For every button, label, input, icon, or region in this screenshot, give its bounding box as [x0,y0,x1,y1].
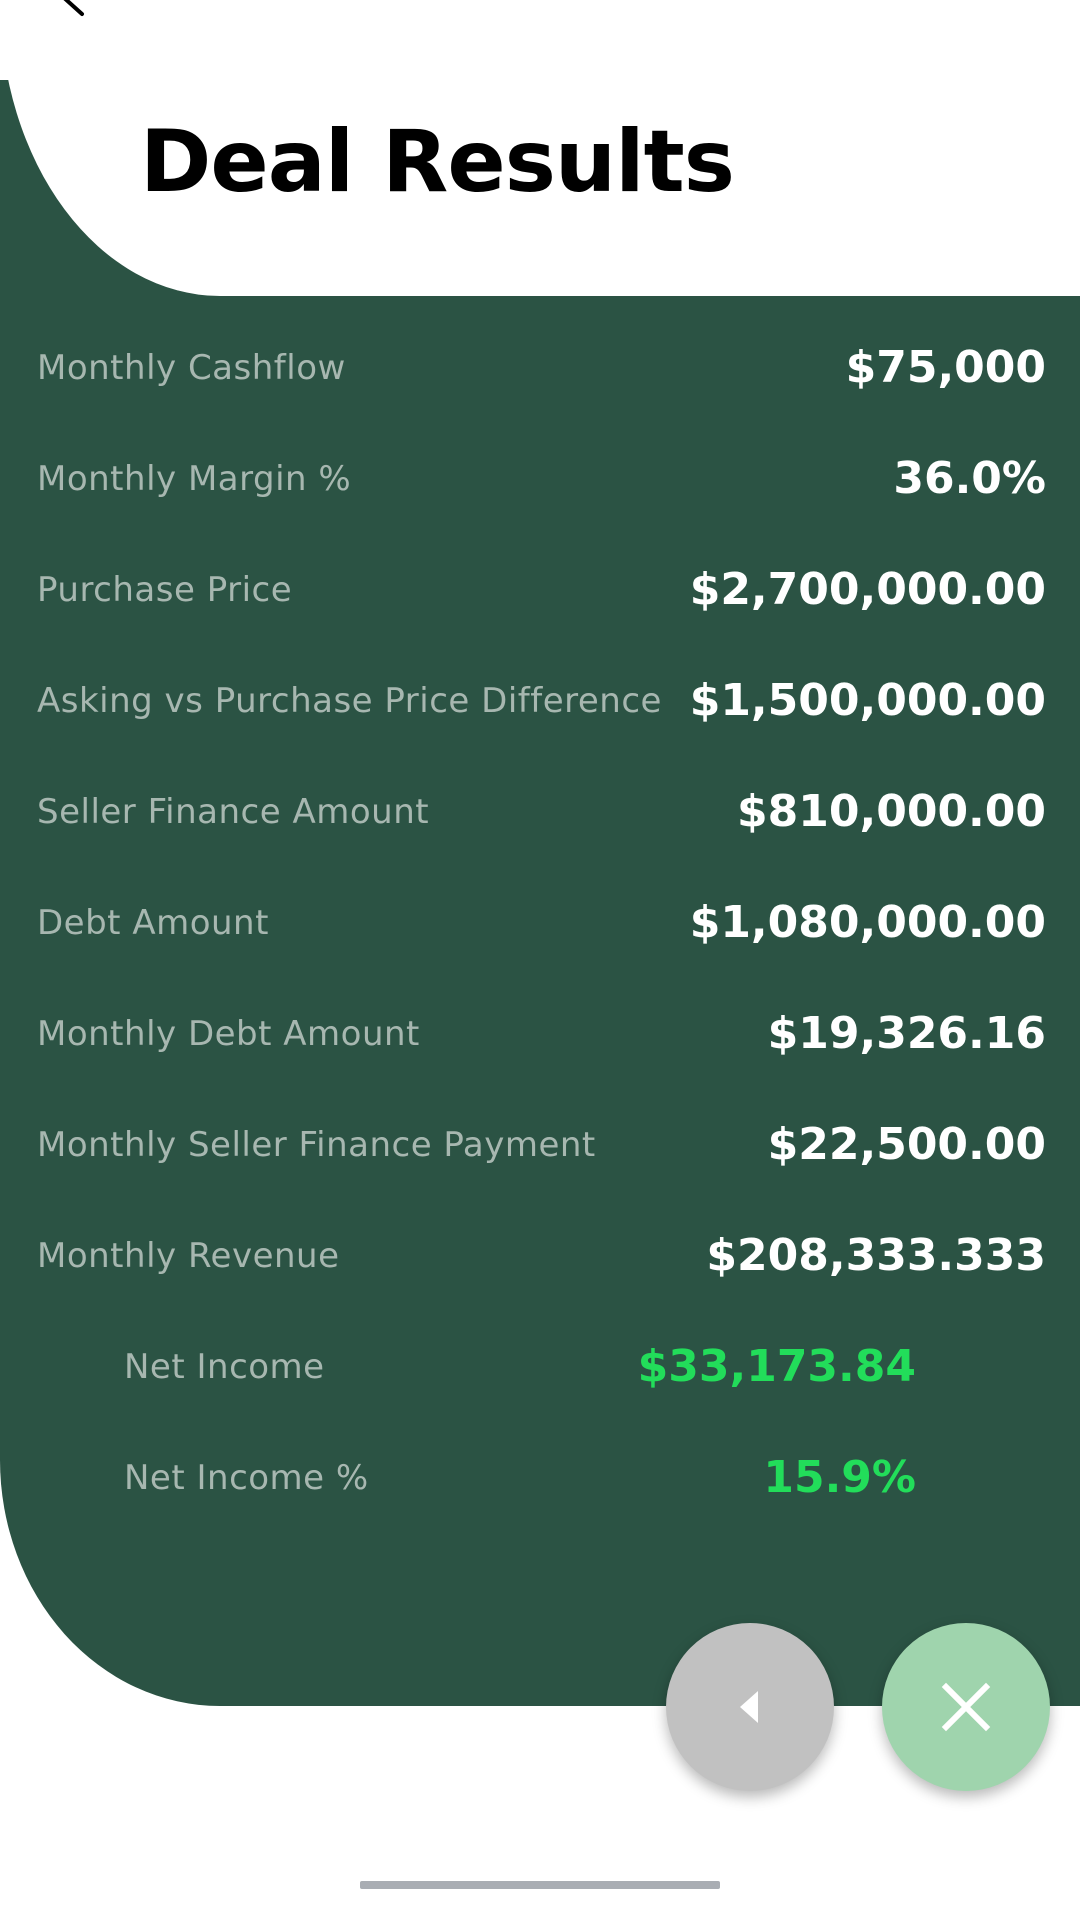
result-value: $1,080,000.00 [689,897,1046,948]
net-income-percent-row: Net Income % 15.9% [0,1448,1080,1508]
result-label: Asking vs Purchase Price Difference [37,681,662,721]
result-row-purchase-price: Purchase Price $2,700,000.00 [0,560,1080,620]
page-title: Deal Results [140,112,735,212]
result-label: Monthly Debt Amount [37,1014,420,1054]
result-row-monthly-seller-finance-payment: Monthly Seller Finance Payment $22,500.0… [0,1115,1080,1175]
result-value: $19,326.16 [767,1008,1046,1059]
result-label: Monthly Cashflow [37,348,346,388]
result-value: $208,333.333 [706,1230,1046,1281]
result-label: Monthly Seller Finance Payment [37,1125,596,1165]
deal-results-screen: Deal Results Monthly Cashflow $75,000 Mo… [0,0,1080,1920]
result-value: $810,000.00 [737,786,1046,837]
net-income-percent-label: Net Income % [124,1458,369,1498]
result-row-monthly-cashflow: Monthly Cashflow $75,000 [0,338,1080,398]
result-row-seller-finance-amount: Seller Finance Amount $810,000.00 [0,782,1080,842]
result-label: Monthly Margin % [37,459,352,499]
result-row-monthly-debt-amount: Monthly Debt Amount $19,326.16 [0,1004,1080,1064]
result-label: Purchase Price [37,570,293,610]
back-arrow-icon[interactable] [44,0,104,30]
result-label: Debt Amount [37,903,269,943]
net-income-row: Net Income $33,173.84 [0,1337,1080,1397]
net-income-label: Net Income [124,1347,325,1387]
net-income-percent-value: 15.9% [763,1452,916,1503]
result-value: $1,500,000.00 [689,675,1046,726]
result-value: $2,700,000.00 [689,564,1046,615]
result-value: $75,000 [845,342,1046,393]
result-label: Seller Finance Amount [37,792,430,832]
triangle-left-icon [740,1691,758,1723]
net-income-value: $33,173.84 [637,1341,916,1392]
previous-button[interactable] [666,1623,834,1791]
result-label: Monthly Revenue [37,1236,340,1276]
result-row-asking-vs-purchase: Asking vs Purchase Price Difference $1,5… [0,671,1080,731]
close-icon [941,1682,991,1732]
result-row-monthly-revenue: Monthly Revenue $208,333.333 [0,1226,1080,1286]
result-row-debt-amount: Debt Amount $1,080,000.00 [0,893,1080,953]
result-value: 36.0% [893,453,1046,504]
result-row-monthly-margin: Monthly Margin % 36.0% [0,449,1080,509]
home-indicator[interactable] [360,1881,720,1889]
result-value: $22,500.00 [767,1119,1046,1170]
close-button[interactable] [882,1623,1050,1791]
